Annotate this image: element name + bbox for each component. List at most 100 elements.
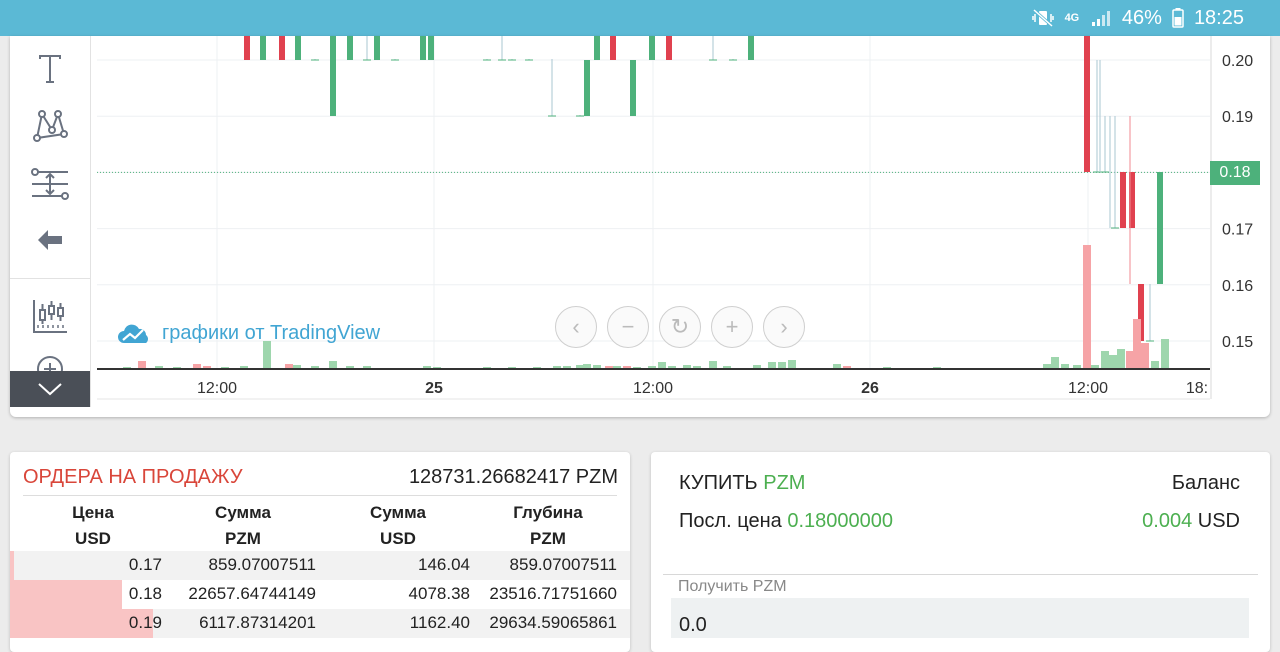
candle: [666, 36, 672, 60]
buy-title-asset: PZM: [763, 472, 806, 494]
volume-bar: [1117, 349, 1125, 369]
receive-amount-value: 0.0: [679, 614, 707, 636]
drawing-toolbar: [10, 36, 91, 407]
chart-type-button[interactable]: [30, 296, 70, 336]
volume-bar: [658, 362, 666, 369]
text-tool-icon: [39, 55, 61, 83]
buy-title: КУПИТЬ PZM: [679, 472, 805, 495]
candle: [1120, 172, 1126, 228]
refresh-icon: ↻: [670, 314, 690, 339]
candle: [428, 36, 434, 60]
toolbar-collapse-button[interactable]: [10, 371, 90, 407]
order-amount-pzm: 859.07007511: [208, 555, 316, 574]
last-price-label: Посл. цена: [679, 510, 782, 532]
order-amount-usd: 1162.40: [409, 613, 470, 632]
network-type: 4G: [1064, 12, 1080, 24]
sell-orders-total: 128731.26682417 PZM: [408, 466, 618, 488]
candle: [649, 36, 655, 60]
zoom-out-button[interactable]: −: [607, 306, 649, 348]
balance-value: 0.004 USD: [1142, 510, 1240, 533]
price-tick-label: 0.17: [1222, 222, 1253, 239]
price-tick-label: 0.19: [1222, 109, 1253, 126]
receive-amount-input[interactable]: 0.0: [671, 598, 1249, 638]
volume-bar: [1151, 361, 1159, 369]
scroll-left-button[interactable]: ‹: [555, 306, 597, 348]
sell-orders-title: ОРДЕРА НА ПРОДАЖУ: [23, 466, 243, 488]
toolbar-divider: [10, 278, 90, 279]
reset-chart-button[interactable]: ↻: [659, 306, 701, 348]
candle: [584, 60, 590, 116]
order-row[interactable]: 0.19 6117.87314201 1162.40 29634.5906586…: [10, 609, 630, 638]
price-chart[interactable]: 0.20 0.19 0.18 0.17 0.16 0.15 12:00 25 12:00 26 12…: [97, 36, 1270, 417]
balance-unit: USD: [1197, 510, 1240, 532]
candle: [610, 36, 616, 60]
buy-panel: КУПИТЬ PZM Баланс Посл. цена 0.18000000 …: [651, 452, 1270, 652]
volume-bar: [788, 360, 796, 369]
column-header-depth[interactable]: Глубина PZM: [488, 500, 608, 552]
zoom-in-button[interactable]: +: [711, 306, 753, 348]
depth-bar: [10, 580, 122, 609]
volume-bar: [709, 361, 717, 369]
buy-title-prefix: КУПИТЬ: [679, 472, 758, 494]
last-price-value[interactable]: 0.18000000: [787, 510, 893, 532]
order-amount-pzm: 6117.87314201: [199, 613, 316, 632]
column-header-amount-pzm[interactable]: Сумма PZM: [193, 500, 293, 552]
volume-bar: [1126, 351, 1134, 369]
column-header-price[interactable]: Цена USD: [53, 500, 133, 552]
candle: [279, 36, 285, 60]
clock: 18:25: [1193, 6, 1244, 29]
chart-navigation: ‹ − ↻ + ›: [555, 306, 805, 348]
candle: [260, 36, 266, 60]
text-tool-button[interactable]: [30, 49, 70, 89]
order-row[interactable]: 0.18 22657.64744149 4078.38 23516.717516…: [10, 580, 630, 609]
order-price: 0.17: [128, 555, 162, 574]
column-header-line2: PZM: [225, 529, 261, 548]
sell-orders-panel: ОРДЕРА НА ПРОДАЖУ 128731.26682417 PZM Це…: [10, 452, 630, 652]
time-tick-label: 12:00: [1068, 380, 1108, 397]
candle: [420, 36, 426, 60]
candle: [630, 60, 636, 116]
receive-label: Получить PZM: [678, 578, 787, 595]
battery-percent: 46%: [1121, 6, 1162, 29]
time-tick-label: 26: [861, 380, 879, 397]
volume-bar: [1101, 351, 1109, 369]
order-row[interactable]: 0.17 859.07007511 146.04 859.07007511: [10, 551, 630, 580]
zoom-tool-button[interactable]: [30, 351, 70, 371]
price-tick-label: 0.16: [1222, 278, 1253, 295]
order-depth: 23516.71751660: [489, 584, 617, 603]
volume-bar: [263, 341, 271, 369]
arrow-left-icon: [38, 230, 62, 250]
order-amount-usd: 146.04: [418, 555, 470, 574]
column-header-line1: Сумма: [370, 503, 426, 522]
volume-bar: [1133, 319, 1141, 369]
depth-bar: [10, 551, 14, 580]
buy-divider: [663, 574, 1258, 575]
order-depth: 859.07007511: [509, 555, 617, 574]
fib-tool-button[interactable]: [30, 164, 70, 204]
pattern-tool-icon: [33, 110, 68, 142]
vibrate-mute-icon: [1032, 9, 1054, 27]
balance-amount[interactable]: 0.004: [1142, 510, 1192, 532]
current-price-label: 0.18: [1210, 161, 1260, 185]
pattern-tool-button[interactable]: [30, 106, 70, 146]
volume-bar: [138, 361, 146, 369]
time-tick-label: 12:00: [633, 380, 673, 397]
column-header-line1: Цена: [72, 503, 114, 522]
candle: [295, 36, 301, 60]
back-button[interactable]: [30, 220, 70, 260]
plus-circle-icon: [37, 356, 63, 371]
volume-bar: [1083, 245, 1091, 369]
column-header-line1: Глубина: [513, 503, 583, 522]
volume-bar: [778, 362, 786, 369]
column-header-line2: USD: [380, 529, 416, 548]
chevron-right-icon: ›: [780, 314, 788, 339]
column-header-amount-usd[interactable]: Сумма USD: [348, 500, 448, 552]
tradingview-attribution[interactable]: графики от TradingView: [118, 322, 380, 345]
time-tick-label: 18:: [1186, 380, 1208, 397]
column-header-line1: Сумма: [215, 503, 271, 522]
candle: [594, 36, 600, 60]
tradingview-cloud-icon: [118, 324, 148, 343]
chevron-left-icon: ‹: [572, 314, 580, 339]
scroll-right-button[interactable]: ›: [763, 306, 805, 348]
fib-retracement-icon: [31, 168, 69, 200]
